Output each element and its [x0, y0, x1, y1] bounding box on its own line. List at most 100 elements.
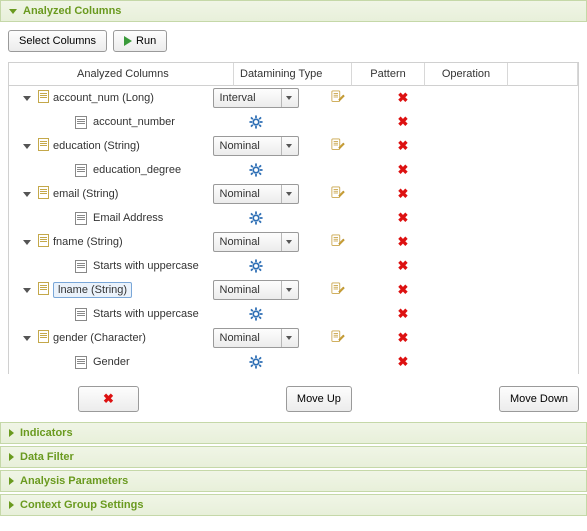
- column-name: account_num (Long): [51, 92, 203, 104]
- table-row[interactable]: education (String) Nominal ✖: [9, 134, 578, 158]
- pattern-icon: [75, 212, 87, 225]
- expand-icon[interactable]: [23, 144, 31, 149]
- pattern-icon: [75, 260, 87, 273]
- section-data-filter[interactable]: Data Filter: [0, 446, 587, 468]
- edit-pattern-icon[interactable]: [331, 330, 345, 347]
- section-title: Analyzed Columns: [23, 5, 121, 17]
- datamining-dropdown[interactable]: Nominal: [213, 280, 299, 300]
- table-row[interactable]: lname (String) Nominal ✖: [9, 278, 578, 302]
- pattern-name: account_number: [93, 116, 175, 128]
- delete-icon[interactable]: ✖: [398, 138, 409, 153]
- pattern-name: education_degree: [93, 164, 181, 176]
- column-name-selected: lname (String): [53, 282, 132, 298]
- table-row[interactable]: email (String) Nominal ✖: [9, 182, 578, 206]
- columns-table: Analyzed Columns Datamining Type Pattern…: [8, 62, 579, 374]
- select-columns-button[interactable]: Select Columns: [8, 30, 107, 52]
- table-child-row[interactable]: Starts with uppercase ✖: [9, 302, 578, 326]
- expand-icon[interactable]: [23, 240, 31, 245]
- gear-icon[interactable]: [249, 355, 263, 369]
- delete-icon[interactable]: ✖: [398, 258, 409, 273]
- section-context-group-settings[interactable]: Context Group Settings: [0, 494, 587, 516]
- delete-icon[interactable]: ✖: [398, 306, 409, 321]
- datamining-dropdown[interactable]: Nominal: [213, 328, 299, 348]
- expand-icon[interactable]: [23, 96, 31, 101]
- delete-icon[interactable]: ✖: [398, 210, 409, 225]
- column-name: fname (String): [51, 236, 203, 248]
- delete-icon[interactable]: ✖: [398, 234, 409, 249]
- gear-icon[interactable]: [249, 163, 263, 177]
- expand-icon[interactable]: [23, 336, 31, 341]
- section-indicators[interactable]: Indicators: [0, 422, 587, 444]
- table-child-row[interactable]: Starts with uppercase✖: [9, 254, 578, 278]
- pattern-icon: [75, 164, 87, 177]
- datamining-dropdown[interactable]: Nominal: [213, 136, 299, 156]
- header-operation[interactable]: Operation: [425, 63, 508, 86]
- column-icon: [38, 282, 49, 295]
- expand-icon[interactable]: [23, 288, 31, 293]
- table-body: account_num (Long)Interval✖account_numbe…: [9, 86, 578, 374]
- delete-icon[interactable]: ✖: [398, 282, 409, 297]
- delete-icon[interactable]: ✖: [398, 90, 409, 105]
- datamining-dropdown[interactable]: Nominal: [213, 232, 299, 252]
- dropdown-value: Nominal: [220, 140, 260, 152]
- chevron-right-icon: [9, 501, 14, 509]
- edit-pattern-icon[interactable]: [331, 138, 345, 155]
- table-row[interactable]: account_num (Long) Interval ✖: [9, 86, 578, 110]
- table-child-row[interactable]: Email Address✖: [9, 206, 578, 230]
- edit-pattern-icon[interactable]: [331, 234, 345, 251]
- select-columns-label: Select Columns: [19, 35, 96, 47]
- move-down-label: Move Down: [510, 393, 568, 405]
- gear-icon[interactable]: [249, 211, 263, 225]
- column-icon: [38, 234, 49, 247]
- header-datamining-type[interactable]: Datamining Type: [234, 63, 352, 86]
- chevron-right-icon: [9, 453, 14, 461]
- edit-pattern-icon[interactable]: [331, 186, 345, 203]
- header-pattern[interactable]: Pattern: [352, 63, 425, 86]
- datamining-dropdown[interactable]: Interval: [213, 88, 299, 108]
- column-icon: [38, 186, 49, 199]
- delete-icon[interactable]: ✖: [398, 330, 409, 345]
- move-up-button[interactable]: Move Up: [286, 386, 352, 412]
- column-icon: [38, 138, 49, 151]
- delete-icon[interactable]: ✖: [398, 186, 409, 201]
- table-row[interactable]: gender (Character) Nominal ✖: [9, 326, 578, 350]
- section-title: Data Filter: [20, 451, 74, 463]
- table-child-row[interactable]: education_degree ✖: [9, 158, 578, 182]
- section-title: Analysis Parameters: [20, 475, 128, 487]
- run-button[interactable]: Run: [113, 30, 167, 52]
- delete-icon[interactable]: ✖: [398, 162, 409, 177]
- column-name: education (String): [51, 140, 203, 152]
- edit-pattern-icon[interactable]: [331, 90, 345, 107]
- toolbar: Select Columns Run: [8, 30, 579, 52]
- expand-icon[interactable]: [23, 192, 31, 197]
- column-icon: [38, 90, 49, 103]
- pattern-name: Gender: [93, 356, 130, 368]
- section-analysis-parameters[interactable]: Analysis Parameters: [0, 470, 587, 492]
- move-down-button[interactable]: Move Down: [499, 386, 579, 412]
- pattern-icon: [75, 116, 87, 129]
- gear-icon[interactable]: [249, 115, 263, 129]
- table-child-row[interactable]: Gender ✖: [9, 350, 578, 374]
- delete-icon[interactable]: ✖: [398, 354, 409, 369]
- section-analyzed-columns[interactable]: Analyzed Columns: [0, 0, 587, 22]
- pattern-name: Starts with uppercase: [93, 308, 199, 320]
- header-analyzed-columns[interactable]: Analyzed Columns: [71, 63, 234, 86]
- gear-icon[interactable]: [249, 307, 263, 321]
- table-child-row[interactable]: account_number ✖: [9, 110, 578, 134]
- delete-icon[interactable]: ✖: [398, 114, 409, 129]
- chevron-down-icon: [286, 96, 292, 100]
- chevron-down-icon: [286, 336, 292, 340]
- column-name: gender (Character): [51, 332, 203, 344]
- column-icon: [38, 330, 49, 343]
- dropdown-value: Nominal: [220, 332, 260, 344]
- chevron-down-icon: [9, 9, 17, 14]
- edit-pattern-icon[interactable]: [331, 282, 345, 299]
- move-up-label: Move Up: [297, 393, 341, 405]
- table-header: Analyzed Columns Datamining Type Pattern…: [9, 63, 578, 86]
- column-name: email (String): [51, 188, 203, 200]
- table-row[interactable]: fname (String) Nominal ✖: [9, 230, 578, 254]
- datamining-dropdown[interactable]: Nominal: [213, 184, 299, 204]
- dropdown-value: Nominal: [220, 188, 260, 200]
- gear-icon[interactable]: [249, 259, 263, 273]
- delete-button[interactable]: ✖: [78, 386, 139, 412]
